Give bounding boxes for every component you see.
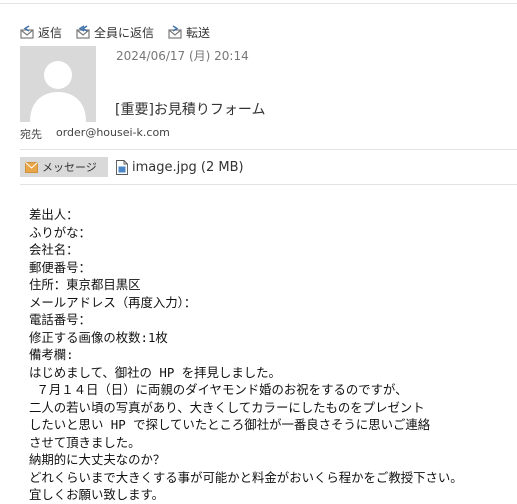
top-border bbox=[0, 3, 517, 4]
reply-all-button[interactable]: 全員に返信 bbox=[76, 24, 154, 41]
reply-all-icon bbox=[76, 25, 90, 39]
person-icon bbox=[30, 61, 86, 122]
forward-button[interactable]: 転送 bbox=[168, 24, 210, 41]
image-file-icon bbox=[116, 159, 128, 175]
body-line: 電話番号： bbox=[29, 312, 91, 327]
body-line: はじめまして、御社の HP を拝見しました。 bbox=[29, 364, 281, 380]
body-line: 宜しくお願い致します。 bbox=[29, 487, 165, 502]
header-divider bbox=[20, 149, 517, 150]
reply-icon bbox=[20, 25, 34, 39]
to-label: 宛先 bbox=[20, 128, 42, 141]
forward-icon bbox=[168, 25, 182, 39]
body-line: 差出人： bbox=[29, 207, 79, 222]
sent-date: 2024/06/17 (月) 20:14 bbox=[116, 49, 249, 63]
to-address[interactable]: order@housei-k.com bbox=[56, 126, 170, 139]
avatar bbox=[20, 46, 96, 122]
mail-subject: [重要]お見積りフォーム bbox=[115, 102, 266, 118]
forward-label: 転送 bbox=[186, 25, 211, 40]
mail-icon bbox=[25, 161, 38, 173]
tabs-divider bbox=[20, 184, 517, 185]
body-line: どれくらいまで大きくする事が可能かと料金がおいくら程かをご教授下さい。 bbox=[29, 469, 463, 485]
body-line: 備考欄: bbox=[29, 347, 74, 362]
body-line: 納期的に大丈夫なのか？ bbox=[29, 452, 166, 467]
body-line: 郵便番号： bbox=[29, 259, 91, 275]
body-line: メールアドレス（再度入力）： bbox=[29, 294, 197, 310]
body-line: ７月１４日（日）に両親のダイヤモンド婚のお祝をするのですが、 bbox=[29, 382, 408, 397]
body-line: 修正する画像の枚数:1枚 bbox=[29, 329, 168, 345]
body-line: 会社名： bbox=[29, 242, 79, 257]
tab-message[interactable]: メッセージ bbox=[20, 157, 108, 177]
reply-button[interactable]: 返信 bbox=[20, 24, 62, 41]
body-line: 二人の若い頃の写真があり、大きくしてカラーにしたものをプレゼント bbox=[29, 399, 425, 415]
body-line: ふりがな： bbox=[29, 224, 91, 240]
mail-body: 差出人： ふりがな： 会社名： 郵便番号： 住所：東京都目黒区メールアドレス（再度入力）… bbox=[29, 206, 463, 504]
attachment-label: image.jpg (2 MB) bbox=[132, 159, 244, 175]
attachment-image[interactable]: image.jpg (2 MB) bbox=[116, 157, 244, 177]
body-line: したいと思い HP で探していたところ御社が一番良さそうに思いご連絡 bbox=[29, 417, 431, 432]
tab-message-label: メッセージ bbox=[42, 161, 97, 174]
body-line: 住所：東京都目黒区 bbox=[29, 277, 141, 292]
reply-all-label: 全員に返信 bbox=[94, 25, 155, 40]
toolbar: 返信 全員に返信 転送 bbox=[20, 22, 224, 42]
body-line: させて頂きました。 bbox=[29, 434, 141, 450]
reply-label: 返信 bbox=[38, 25, 63, 40]
